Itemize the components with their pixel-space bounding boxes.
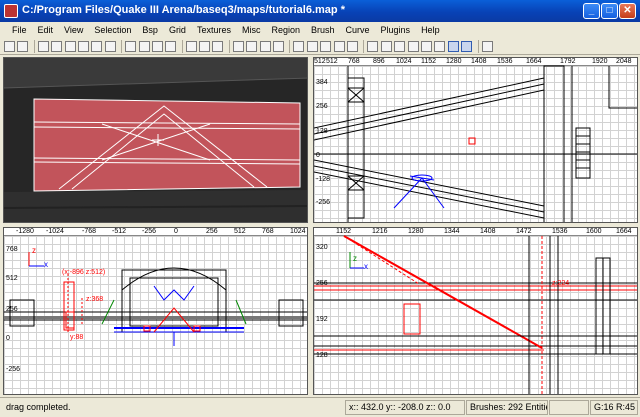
- xz-geometry: [4, 252, 307, 346]
- menu-bsp[interactable]: Bsp: [142, 25, 158, 35]
- cursor-coords: x:: 432.0 y:: -208.0 z:: 0.0: [345, 400, 465, 415]
- cubic-clip-icon[interactable]: [273, 40, 285, 52]
- xy-geometry: [314, 65, 637, 222]
- close-button[interactable]: ✕: [619, 3, 636, 19]
- selection-z-label: z:368: [86, 296, 104, 303]
- flip-x-icon[interactable]: [37, 40, 49, 52]
- menu-textures[interactable]: Textures: [197, 25, 231, 35]
- open-icon[interactable]: [4, 40, 15, 52]
- csg-subtract-icon[interactable]: [185, 40, 197, 52]
- view-x-icon[interactable]: [320, 40, 332, 52]
- title-bar[interactable]: C:/Program Files/Quake III Arena/baseq3/…: [0, 0, 640, 22]
- toolbar: [0, 38, 640, 55]
- toolbar-separator: [33, 39, 35, 53]
- patch-drill-icon[interactable]: [434, 40, 446, 52]
- axis-z-label: z: [353, 254, 357, 263]
- toolbar-separator: [121, 39, 123, 53]
- selection-z-label: z:224: [552, 280, 570, 287]
- axis-z-label: z: [32, 246, 36, 255]
- menu-grid[interactable]: Grid: [169, 25, 186, 35]
- entity-icon[interactable]: [481, 40, 493, 52]
- vertical-splitter[interactable]: [308, 55, 313, 397]
- axis-x-label: x: [364, 262, 368, 271]
- rotate-x-icon[interactable]: [77, 40, 89, 52]
- app-icon: [4, 4, 18, 18]
- menu-edit[interactable]: Edit: [38, 25, 54, 35]
- toolbar-separator: [228, 39, 230, 53]
- hollow-icon[interactable]: [212, 40, 224, 52]
- select-complete-tall-icon[interactable]: [125, 40, 137, 52]
- view-y-icon[interactable]: [333, 40, 345, 52]
- menu-plugins[interactable]: Plugins: [381, 25, 411, 35]
- menu-region[interactable]: Region: [271, 25, 300, 35]
- save-icon[interactable]: [17, 40, 29, 52]
- vertex-edit-icon[interactable]: [447, 40, 459, 52]
- csg-merge-icon[interactable]: [199, 40, 211, 52]
- toolbar-separator: [363, 39, 365, 53]
- status-message: drag completed.: [6, 402, 71, 412]
- toolbar-separator: [477, 39, 479, 53]
- toolbar-separator: [181, 39, 183, 53]
- rotate-y-icon[interactable]: [91, 40, 103, 52]
- patch-red-icon[interactable]: [394, 40, 406, 52]
- select-inside-icon[interactable]: [165, 40, 177, 52]
- selection-y-label: y:88: [70, 334, 84, 341]
- yz-viewport[interactable]: 1152 1216 1280 1344 1408 1472 1536 1600 …: [313, 227, 638, 395]
- patch-insert-icon[interactable]: [420, 40, 432, 52]
- menu-selection[interactable]: Selection: [94, 25, 131, 35]
- flip-y-icon[interactable]: [51, 40, 63, 52]
- texture-icon[interactable]: [306, 40, 318, 52]
- view-z-icon[interactable]: [346, 40, 358, 52]
- change-views-icon[interactable]: [246, 40, 258, 52]
- toolbar-separator: [289, 39, 291, 53]
- menu-curve[interactable]: Curve: [346, 25, 370, 35]
- axis-x-label: x: [44, 260, 48, 269]
- minimize-button[interactable]: _: [583, 3, 600, 19]
- selection-coords-label: (x:-896 z:512): [62, 269, 106, 276]
- menu-view[interactable]: View: [64, 25, 83, 35]
- status-empty-pane: [549, 400, 589, 415]
- rotate-z-icon[interactable]: [104, 40, 116, 52]
- menu-misc[interactable]: Misc: [242, 25, 261, 35]
- radiant-window: C:/Program Files/Quake III Arena/baseq3/…: [0, 0, 640, 417]
- yz-geometry: [314, 235, 637, 394]
- select-partial-tall-icon[interactable]: [151, 40, 163, 52]
- camera-viewport[interactable]: [3, 57, 308, 223]
- menu-bar: File Edit View Selection Bsp Grid Textur…: [0, 22, 640, 38]
- status-bar: drag completed. x:: 432.0 y:: -208.0 z::…: [0, 397, 640, 417]
- clipper-icon[interactable]: [232, 40, 244, 52]
- flip-z-icon[interactable]: [64, 40, 76, 52]
- scale-icon[interactable]: [461, 40, 473, 52]
- camera-scene: [4, 58, 307, 222]
- patch-bend-icon[interactable]: [367, 40, 379, 52]
- patch-cap-icon[interactable]: [380, 40, 392, 52]
- brush-entity-count: Brushes: 292 Entities: 18: [466, 400, 548, 415]
- texture-lock-icon[interactable]: [259, 40, 271, 52]
- maximize-button[interactable]: □: [601, 3, 618, 19]
- camera-icon[interactable]: [293, 40, 305, 52]
- horizontal-splitter[interactable]: [0, 223, 640, 227]
- xz-viewport[interactable]: -1280 -1024 -768 -512 -256 0 256 512 768…: [3, 227, 308, 395]
- xy-viewport[interactable]: 512 512 768 896 1024 1152 1280 1408 1536…: [313, 57, 638, 223]
- patch-thicken-icon[interactable]: [407, 40, 419, 52]
- grid-info: G:16 R:45 C:13 L:MR: [590, 400, 638, 415]
- menu-brush[interactable]: Brush: [311, 25, 335, 35]
- menu-help[interactable]: Help: [421, 25, 440, 35]
- window-title: C:/Program Files/Quake III Arena/baseq3/…: [22, 4, 345, 16]
- select-touching-icon[interactable]: [138, 40, 150, 52]
- menu-file[interactable]: File: [12, 25, 27, 35]
